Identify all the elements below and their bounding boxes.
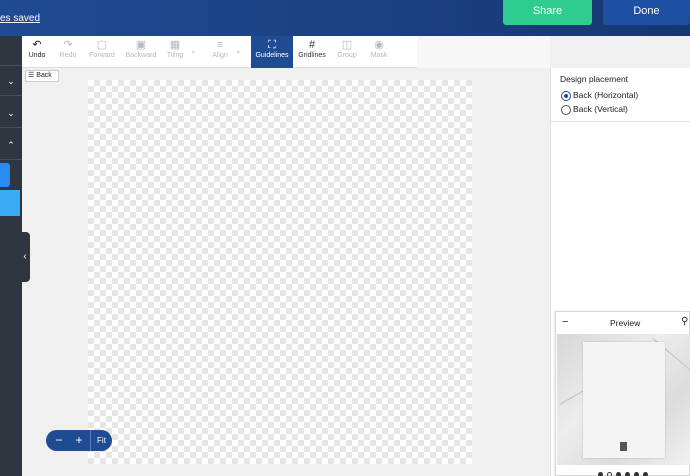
zoom-fit-button[interactable]: Fit bbox=[90, 430, 112, 451]
page-dot[interactable] bbox=[634, 472, 639, 476]
preview-pagination bbox=[598, 466, 652, 476]
preview-product bbox=[583, 342, 665, 458]
gridlines-button[interactable]: # Gridlines bbox=[295, 36, 329, 68]
zoom-controls: − + Fit bbox=[46, 430, 112, 451]
group-label: Group bbox=[337, 52, 357, 59]
guidelines-button[interactable]: ⛶ Guidelines bbox=[251, 36, 293, 68]
placement-option-label: Back (Horizontal) bbox=[573, 90, 639, 100]
undo-icon: ↶ bbox=[32, 39, 42, 51]
mask-button[interactable]: ◉ Mask bbox=[364, 36, 394, 68]
backward-button[interactable]: ▣ Backward bbox=[122, 36, 160, 68]
radio-selected-icon[interactable] bbox=[561, 90, 571, 101]
align-icon: ≡ bbox=[216, 39, 224, 51]
align-button[interactable]: ≡ Align bbox=[208, 36, 232, 68]
undo-label: Undo bbox=[28, 52, 46, 59]
preview-image[interactable] bbox=[557, 334, 690, 465]
placement-option-label: Back (Vertical) bbox=[573, 104, 628, 114]
tiling-button[interactable]: ▦ Tiling bbox=[162, 36, 188, 68]
bring-forward-icon: ▢ bbox=[96, 39, 108, 51]
page-dot[interactable] bbox=[643, 472, 648, 476]
preview-header: − Preview ⚲ bbox=[556, 312, 690, 334]
back-side-button[interactable]: ☰ Back bbox=[25, 70, 59, 82]
rail-active-item[interactable] bbox=[0, 190, 20, 216]
align-chevron-down-icon[interactable]: ⌄ bbox=[235, 46, 242, 55]
rail-active-marker[interactable] bbox=[0, 163, 10, 187]
done-button[interactable]: Done bbox=[603, 0, 690, 25]
tiling-chevron-down-icon[interactable]: ⌄ bbox=[190, 46, 197, 55]
back-label: Back bbox=[36, 72, 52, 79]
align-label: Align bbox=[212, 52, 228, 59]
page-dot[interactable] bbox=[598, 472, 603, 476]
guidelines-label: Guidelines bbox=[255, 52, 289, 59]
chevron-down-icon[interactable]: ⌄ bbox=[0, 66, 22, 96]
guidelines-icon: ⛶ bbox=[268, 39, 276, 51]
forward-label: Forward bbox=[89, 52, 115, 59]
redo-icon: ↷ bbox=[63, 39, 73, 51]
tiling-label: Tiling bbox=[166, 52, 184, 59]
page-dot[interactable] bbox=[616, 472, 621, 476]
page-dot[interactable] bbox=[625, 472, 630, 476]
zoom-in-button[interactable]: + bbox=[70, 430, 88, 451]
left-rail: ⌄ ⌄ ⌃ bbox=[0, 36, 22, 476]
toolbar: ↶ Undo ↷ Redo ▢ Forward ▣ Backward ▦ Til… bbox=[22, 36, 550, 68]
forward-button[interactable]: ▢ Forward bbox=[84, 36, 120, 68]
preview-logo-mark bbox=[620, 442, 627, 451]
mask-label: Mask bbox=[370, 52, 388, 59]
chevron-down-icon[interactable]: ⌄ bbox=[0, 98, 22, 128]
backward-label: Backward bbox=[125, 52, 157, 59]
zoom-out-button[interactable]: − bbox=[50, 430, 68, 451]
undo-button[interactable]: ↶ Undo bbox=[22, 36, 52, 68]
group-button[interactable]: ◫ Group bbox=[332, 36, 362, 68]
radio-unselected-icon[interactable] bbox=[561, 104, 571, 115]
page-dot-active[interactable] bbox=[607, 472, 612, 476]
chevron-up-icon[interactable]: ⌃ bbox=[0, 130, 22, 160]
top-bar: es saved Share Done bbox=[0, 0, 690, 36]
share-button[interactable]: Share bbox=[503, 0, 592, 25]
changes-saved-link[interactable]: es saved bbox=[0, 13, 40, 24]
design-canvas[interactable] bbox=[88, 80, 472, 464]
redo-button[interactable]: ↷ Redo bbox=[52, 36, 84, 68]
preview-window: − Preview ⚲ bbox=[555, 311, 690, 476]
group-icon: ◫ bbox=[341, 39, 353, 51]
preview-title: Preview bbox=[610, 318, 641, 328]
redo-label: Redo bbox=[59, 52, 77, 59]
send-backward-icon: ▣ bbox=[135, 39, 147, 51]
gridlines-icon: # bbox=[308, 39, 316, 51]
collapse-chevron-left-icon[interactable]: ‹ bbox=[20, 232, 30, 282]
search-icon[interactable]: ⚲ bbox=[681, 316, 688, 327]
tiling-icon: ▦ bbox=[169, 39, 181, 51]
gridlines-label: Gridlines bbox=[298, 52, 326, 59]
mask-icon: ◉ bbox=[374, 39, 384, 51]
placement-option-vertical[interactable]: Back (Vertical) bbox=[561, 104, 628, 116]
toolbar-empty-area bbox=[417, 36, 550, 68]
rail-item-1[interactable] bbox=[0, 36, 22, 66]
preview-minimize-button[interactable]: − bbox=[562, 316, 568, 328]
design-placement-heading: Design placement bbox=[560, 74, 629, 84]
layers-icon: ☰ bbox=[28, 72, 35, 79]
placement-option-horizontal[interactable]: Back (Horizontal) bbox=[561, 90, 638, 102]
panel-divider bbox=[551, 121, 690, 122]
